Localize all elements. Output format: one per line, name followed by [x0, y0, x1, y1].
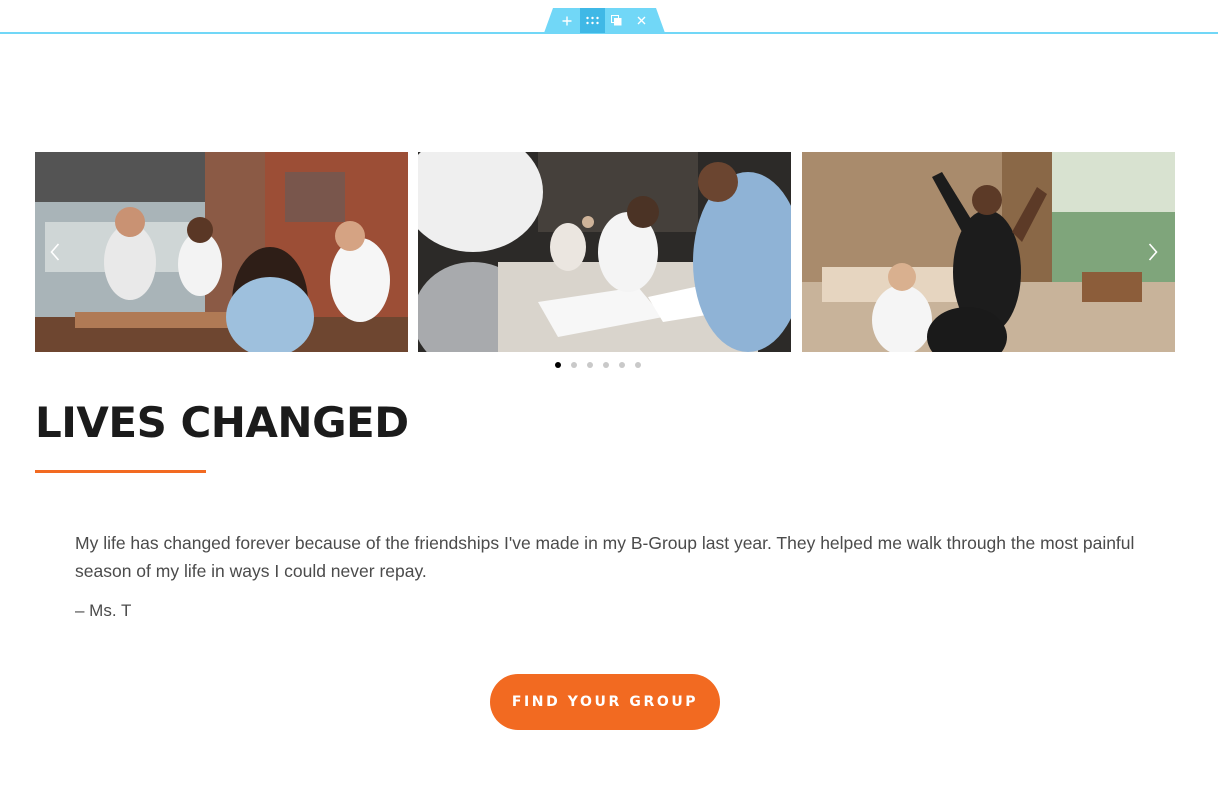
carousel-dot[interactable]: [635, 362, 641, 368]
carousel-next-button[interactable]: [1143, 240, 1163, 264]
drag-section-button[interactable]: [579, 8, 605, 33]
carousel-dot[interactable]: [555, 362, 561, 368]
carousel-slide[interactable]: [35, 152, 408, 352]
bible-study-table-photo: [418, 152, 791, 352]
chevron-left-icon: [50, 243, 60, 261]
close-icon: [637, 16, 646, 25]
testimonial-quote: My life has changed forever because of t…: [75, 533, 1135, 581]
carousel-dot[interactable]: [587, 362, 593, 368]
section-heading: LIVES CHANGED: [35, 398, 409, 447]
drag-grid-icon: [585, 16, 599, 25]
carousel-dot[interactable]: [571, 362, 577, 368]
section-handle-toolbar: [544, 8, 665, 33]
carousel-slide[interactable]: [802, 152, 1175, 352]
find-your-group-button[interactable]: FIND YOUR GROUP: [490, 674, 720, 730]
add-section-button[interactable]: [555, 8, 580, 33]
friends-cafe-photo: [35, 152, 408, 352]
duplicate-section-button[interactable]: [605, 8, 630, 33]
carousel-prev-button[interactable]: [45, 240, 65, 264]
celebration-lobby-photo: [802, 152, 1175, 352]
chevron-right-icon: [1148, 243, 1158, 261]
heading-underline: [35, 470, 206, 473]
delete-section-button[interactable]: [629, 8, 654, 33]
carousel-dot[interactable]: [619, 362, 625, 368]
image-carousel: [35, 152, 1175, 352]
duplicate-icon: [611, 15, 622, 26]
plus-icon: [562, 16, 572, 25]
testimonial-attribution: – Ms. T: [75, 601, 132, 620]
carousel-pagination: [555, 361, 641, 369]
carousel-slide[interactable]: [418, 152, 791, 352]
carousel-dot[interactable]: [603, 362, 609, 368]
